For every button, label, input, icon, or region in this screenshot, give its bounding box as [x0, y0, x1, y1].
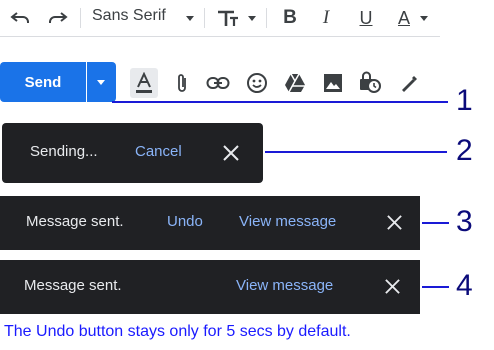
attach-icon[interactable] [170, 70, 194, 96]
callout-number-3: 3 [456, 205, 473, 238]
snackbar-message: Message sent. [26, 213, 124, 230]
callout-number-4: 4 [456, 269, 473, 302]
font-family-chevron-icon[interactable] [186, 16, 194, 21]
signature-icon[interactable] [396, 70, 422, 96]
callout-line-1 [112, 101, 448, 103]
toolbar-divider [266, 8, 267, 28]
cancel-button[interactable]: Cancel [135, 143, 182, 160]
font-family-select[interactable]: Sans Serif [92, 7, 166, 25]
font-size-chevron-icon[interactable] [248, 16, 256, 21]
footnote-caption: The Undo button stays only for 5 secs by… [4, 323, 351, 340]
underline-icon[interactable]: U [354, 6, 378, 30]
chevron-down-icon [97, 80, 105, 85]
toolbar-divider [204, 8, 205, 28]
confidential-icon[interactable] [356, 68, 384, 96]
view-message-link[interactable]: View message [236, 277, 333, 294]
callout-line-2 [265, 151, 447, 153]
close-icon[interactable] [222, 144, 240, 166]
view-message-link[interactable]: View message [239, 213, 336, 230]
close-icon[interactable] [384, 278, 401, 299]
formatting-toolbar: Sans Serif B I U A [0, 0, 440, 37]
close-icon[interactable] [386, 214, 403, 235]
formatting-options-icon[interactable] [130, 68, 158, 98]
snackbar-sent-undo: Message sent. Undo View message [0, 196, 420, 250]
drive-icon[interactable] [282, 70, 308, 96]
callout-line-4 [422, 286, 449, 288]
snackbar-message: Message sent. [24, 277, 122, 294]
undo-icon[interactable] [8, 6, 32, 30]
snackbar-message: Sending... [30, 143, 98, 160]
bold-icon[interactable]: B [278, 6, 302, 30]
photo-icon[interactable] [320, 70, 346, 96]
font-size-icon[interactable] [214, 6, 244, 30]
emoji-icon[interactable] [244, 70, 270, 96]
send-options-button[interactable] [87, 62, 116, 102]
snackbar-sending: Sending... Cancel [2, 123, 263, 183]
link-icon[interactable] [204, 70, 232, 96]
text-color-chevron-icon[interactable] [420, 16, 428, 21]
italic-icon[interactable]: I [314, 6, 338, 30]
callout-line-3 [422, 222, 449, 224]
send-button[interactable]: Send [0, 62, 86, 102]
snackbar-sent: Message sent. View message [0, 260, 420, 314]
text-color-icon[interactable]: A [392, 6, 416, 30]
redo-icon[interactable] [46, 6, 70, 30]
callout-number-1: 1 [456, 84, 473, 117]
toolbar-divider [80, 8, 81, 28]
undo-button[interactable]: Undo [167, 213, 203, 230]
callout-number-2: 2 [456, 134, 473, 167]
